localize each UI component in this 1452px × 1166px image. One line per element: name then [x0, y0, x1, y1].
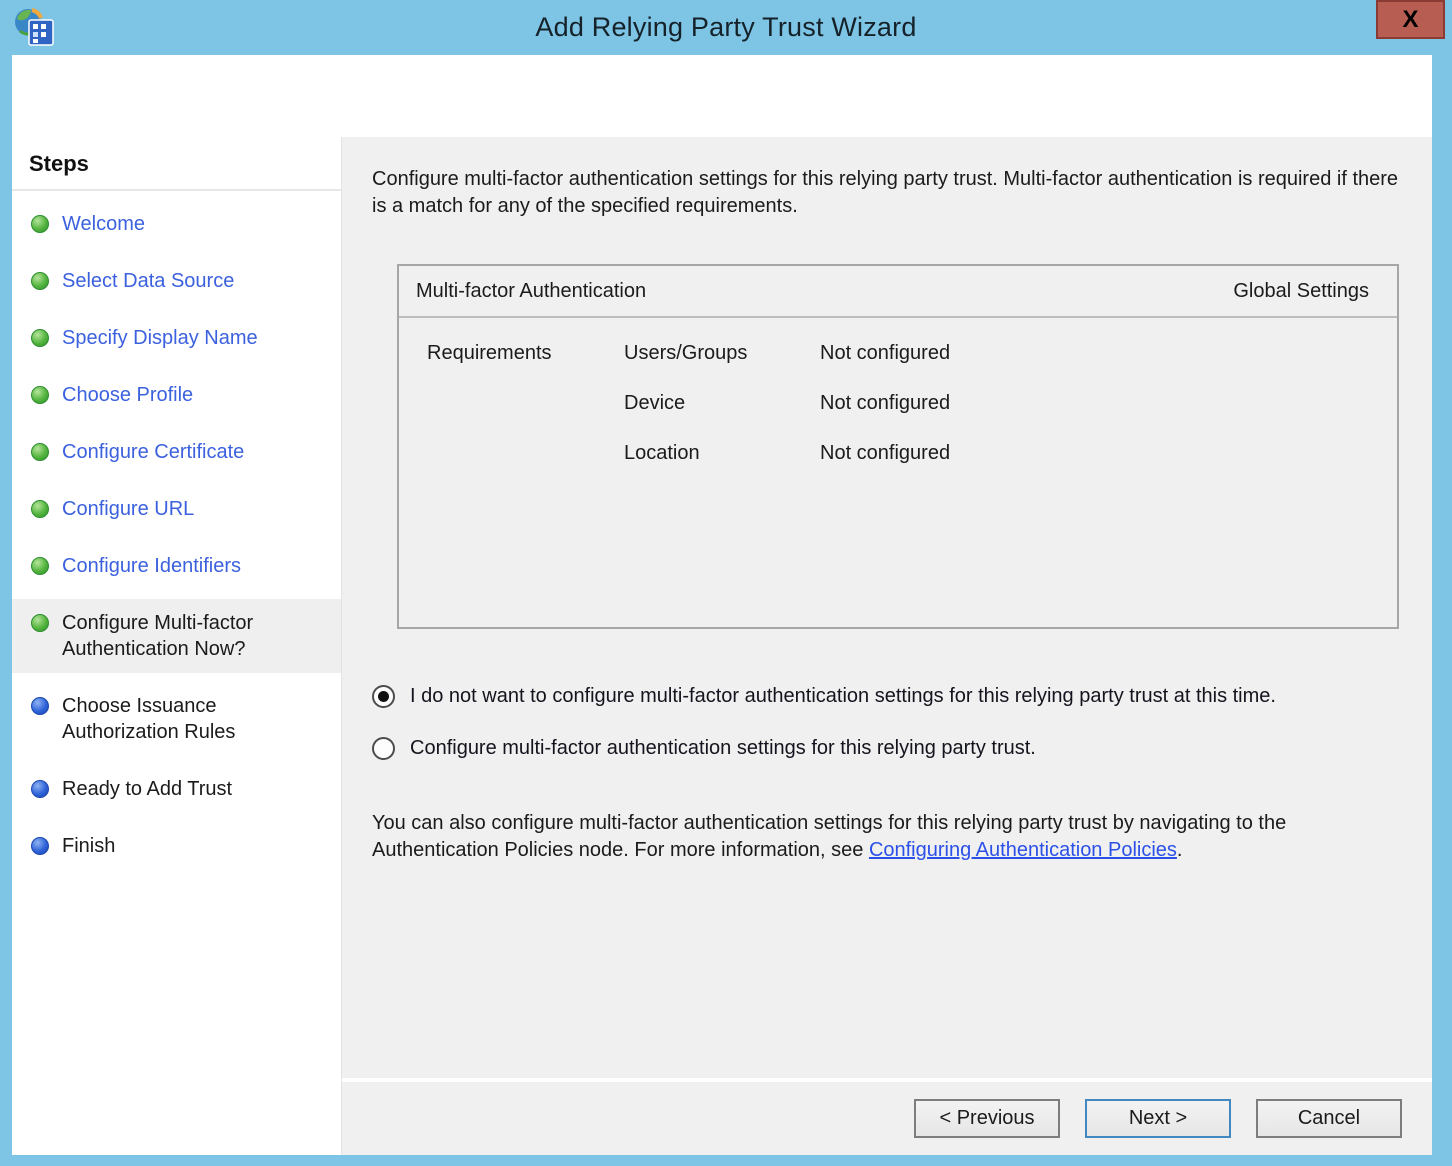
- step-configure-certificate[interactable]: Configure Certificate: [12, 428, 341, 476]
- mfa-row-value: Not configured: [820, 392, 1397, 442]
- cancel-button[interactable]: Cancel: [1256, 1099, 1402, 1138]
- step-choose-issuance-rules: Choose Issuance Authorization Rules: [12, 682, 341, 756]
- mfa-row-value: Not configured: [820, 342, 1397, 392]
- step-pending-icon: [31, 837, 49, 855]
- step-done-icon: [31, 386, 49, 404]
- step-done-icon: [31, 443, 49, 461]
- wizard-header-band: [12, 55, 1432, 137]
- radio-selected-icon[interactable]: [372, 685, 395, 708]
- step-configure-url[interactable]: Configure URL: [12, 485, 341, 533]
- step-finish: Finish: [12, 822, 341, 870]
- step-welcome[interactable]: Welcome: [12, 200, 341, 248]
- radio-option-configure-mfa[interactable]: Configure multi-factor authentication se…: [372, 737, 1406, 760]
- mfa-row-location: Location Not configured: [399, 442, 1397, 492]
- footer-note: You can also configure multi-factor auth…: [372, 810, 1406, 864]
- steps-divider: [12, 189, 341, 191]
- mfa-row-device: Device Not configured: [399, 392, 1397, 442]
- page-intro-text: Configure multi-factor authentication se…: [372, 166, 1406, 220]
- note-text-after-link: .: [1177, 839, 1183, 861]
- previous-button[interactable]: < Previous: [914, 1099, 1060, 1138]
- window-title: Add Relying Party Trust Wizard: [0, 0, 1452, 55]
- step-pending-icon: [31, 780, 49, 798]
- radio-option-skip-mfa[interactable]: I do not want to configure multi-factor …: [372, 685, 1406, 708]
- step-choose-profile[interactable]: Choose Profile: [12, 371, 341, 419]
- requirements-label: Requirements: [427, 342, 624, 392]
- step-ready-to-add-trust: Ready to Add Trust: [12, 765, 341, 813]
- step-done-icon: [31, 215, 49, 233]
- step-done-icon: [31, 272, 49, 290]
- wizard-dialog: Steps Welcome Select Data Source Specify…: [12, 55, 1432, 1155]
- mfa-row-users-groups: Requirements Users/Groups Not configured: [399, 342, 1397, 392]
- button-bar: < Previous Next > Cancel: [342, 1082, 1432, 1155]
- steps-sidebar: Steps Welcome Select Data Source Specify…: [12, 137, 342, 1155]
- steps-header: Steps: [12, 149, 341, 189]
- radio-unselected-icon[interactable]: [372, 737, 395, 760]
- configuring-authentication-policies-link[interactable]: Configuring Authentication Policies: [869, 839, 1177, 861]
- mfa-row-name: Location: [624, 442, 820, 492]
- step-done-icon: [31, 329, 49, 347]
- step-done-icon: [31, 500, 49, 518]
- mfa-settings-panel: Multi-factor Authentication Global Setti…: [397, 264, 1399, 629]
- mfa-row-value: Not configured: [820, 442, 1397, 492]
- step-done-icon: [31, 557, 49, 575]
- mfa-row-name: Users/Groups: [624, 342, 820, 392]
- title-bar: Add Relying Party Trust Wizard X: [0, 0, 1452, 55]
- mfa-global-settings-label: Global Settings: [1233, 280, 1369, 303]
- radio-label: Configure multi-factor authentication se…: [410, 737, 1036, 760]
- wizard-page-content: Configure multi-factor authentication se…: [342, 137, 1432, 1078]
- step-configure-mfa-now: Configure Multi-factor Authentication No…: [12, 599, 341, 673]
- radio-label: I do not want to configure multi-factor …: [410, 685, 1276, 708]
- close-button[interactable]: X: [1376, 0, 1445, 39]
- step-pending-icon: [31, 697, 49, 715]
- step-select-data-source[interactable]: Select Data Source: [12, 257, 341, 305]
- mfa-panel-title: Multi-factor Authentication: [416, 280, 646, 303]
- step-done-icon: [31, 614, 49, 632]
- next-button[interactable]: Next >: [1085, 1099, 1231, 1138]
- mfa-row-name: Device: [624, 392, 820, 442]
- step-configure-identifiers[interactable]: Configure Identifiers: [12, 542, 341, 590]
- step-specify-display-name[interactable]: Specify Display Name: [12, 314, 341, 362]
- wizard-window: Add Relying Party Trust Wizard X Steps W…: [0, 0, 1452, 1166]
